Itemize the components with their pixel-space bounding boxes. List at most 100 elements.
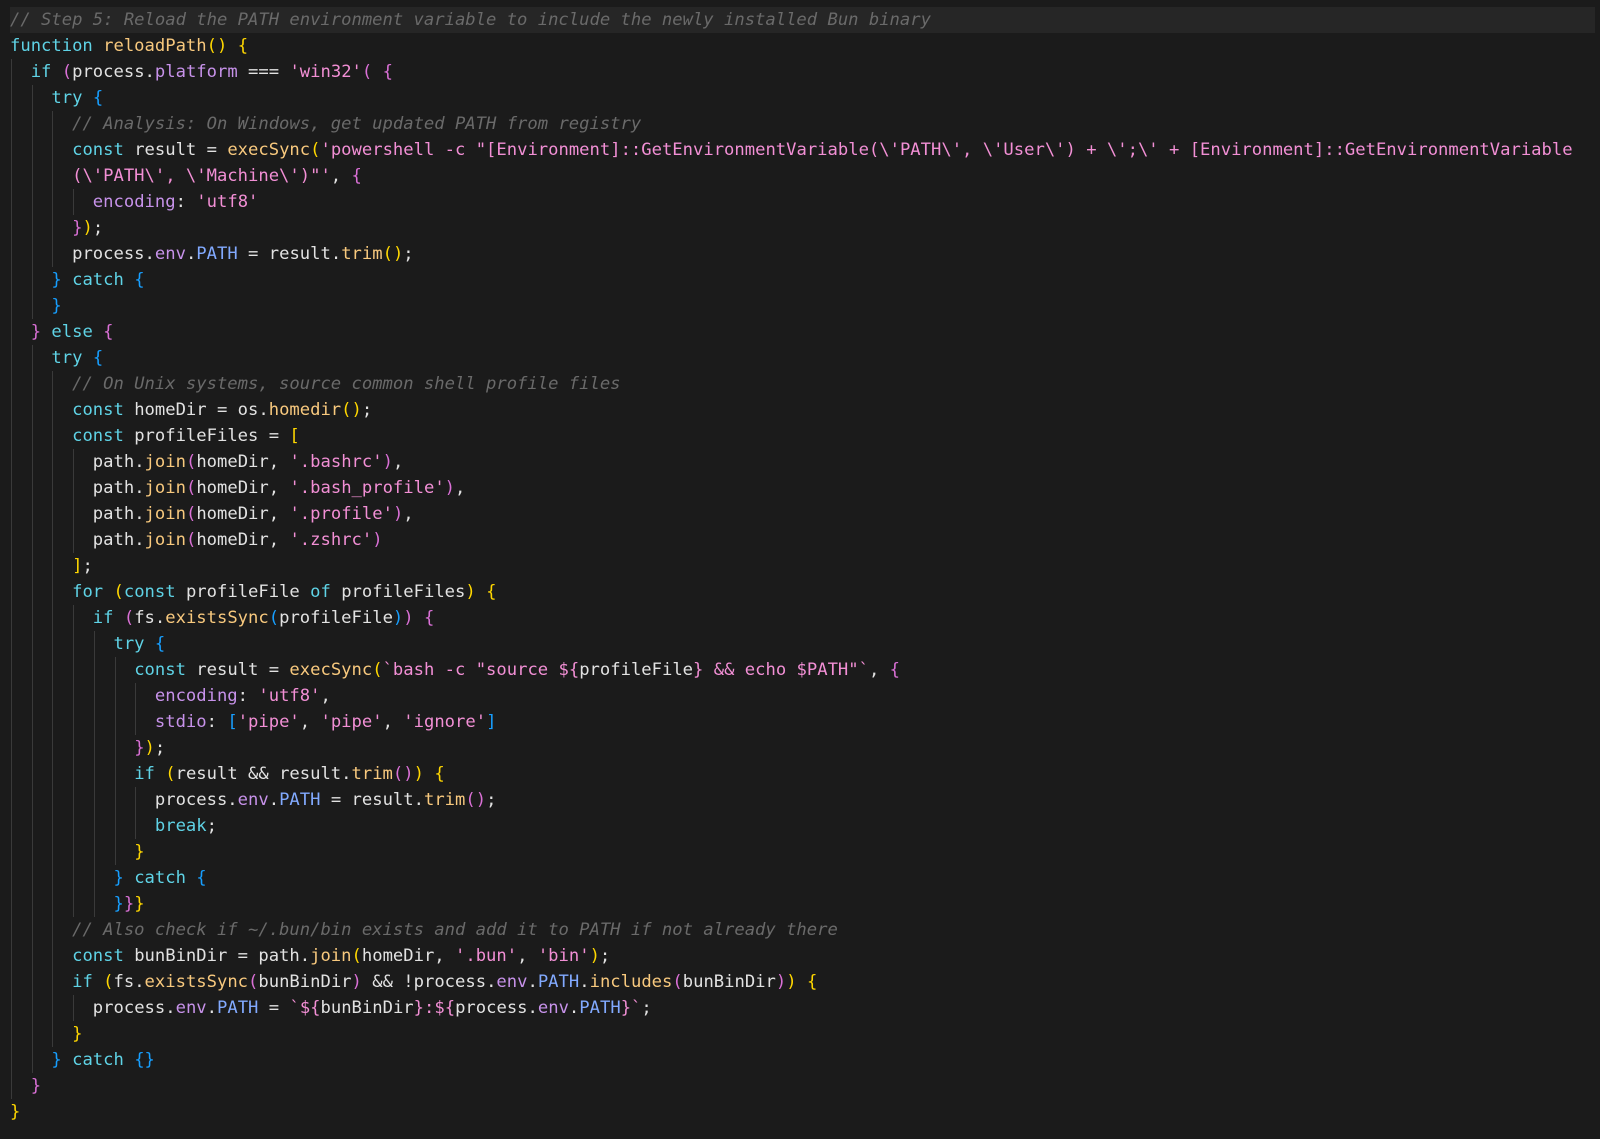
code-token: } — [51, 270, 73, 290]
code-token: path. — [92, 452, 145, 472]
indent-guide — [11, 995, 12, 1021]
indent-guide — [52, 397, 54, 423]
code-token: : — [237, 686, 259, 706]
code-line[interactable]: try { — [10, 345, 1595, 371]
code-line[interactable]: function reloadPath() { — [10, 33, 1595, 59]
code-line[interactable]: if (fs.existsSync(bunBinDir) && !process… — [10, 969, 1595, 995]
indent-guide — [11, 917, 12, 943]
code-line[interactable]: const homeDir = os.homedir(); — [10, 397, 1595, 423]
code-token: { — [92, 348, 104, 368]
code-line[interactable]: }); — [10, 735, 1595, 761]
code-token: { — [351, 166, 362, 186]
code-lines[interactable]: // Step 5: Reload the PATH environment v… — [10, 7, 1595, 1125]
code-line[interactable]: // Step 5: Reload the PATH environment v… — [10, 7, 1595, 33]
code-line[interactable]: }); — [10, 215, 1595, 241]
code-line[interactable]: if (fs.existsSync(profileFile)) { — [10, 605, 1595, 631]
code-line[interactable]: } — [10, 1099, 1595, 1125]
code-token: : — [424, 998, 435, 1018]
code-token: ( — [351, 946, 362, 966]
code-token: join — [144, 452, 186, 472]
code-token: { — [154, 634, 166, 654]
code-token: ( — [185, 504, 197, 524]
code-line[interactable]: encoding: 'utf8', — [10, 683, 1595, 709]
code-line[interactable]: path.join(homeDir, '.zshrc') — [10, 527, 1595, 553]
indent-guide — [73, 631, 75, 657]
code-token: () — [465, 790, 487, 810]
code-token: PATH — [279, 790, 321, 810]
indent-guide — [11, 579, 12, 605]
code-line[interactable]: } catch {} — [10, 1047, 1595, 1073]
code-line[interactable]: } catch { — [10, 267, 1595, 293]
code-token: homeDir, — [196, 504, 290, 524]
code-token: , — [330, 166, 352, 186]
code-line[interactable]: const result = execSync(`bash -c "source… — [10, 657, 1595, 683]
code-line[interactable]: const profileFiles = [ — [10, 423, 1595, 449]
code-token: try — [51, 348, 93, 368]
code-line[interactable]: path.join(homeDir, '.bash_profile'), — [10, 475, 1595, 501]
code-line[interactable]: // On Unix systems, source common shell … — [10, 371, 1595, 397]
code-token: ( — [268, 608, 280, 628]
code-token: process. — [92, 998, 176, 1018]
indent-guide — [31, 397, 33, 423]
code-line[interactable]: } — [10, 1021, 1595, 1047]
code-line[interactable]: } catch { — [10, 865, 1595, 891]
code-token: ( — [103, 972, 114, 992]
code-line[interactable]: const result = execSync('powershell -c "… — [10, 137, 1595, 163]
code-line[interactable]: } — [10, 293, 1595, 319]
code-token: homeDir, — [196, 530, 290, 550]
code-token: } — [123, 894, 135, 914]
code-line[interactable]: for (const profileFile of profileFiles) … — [10, 579, 1595, 605]
indent-guide — [73, 709, 75, 735]
code-token: try — [113, 634, 155, 654]
code-token: execSync — [289, 660, 373, 680]
code-line[interactable]: path.join(homeDir, '.bashrc'), — [10, 449, 1595, 475]
code-line[interactable]: if (result && result.trim()) { — [10, 761, 1595, 787]
indent-guide — [11, 111, 12, 137]
indent-guide — [11, 85, 12, 111]
code-line[interactable]: const bunBinDir = path.join(homeDir, '.b… — [10, 943, 1595, 969]
code-token: } — [620, 998, 632, 1018]
code-line[interactable]: try { — [10, 85, 1595, 111]
code-line[interactable]: encoding: 'utf8' — [10, 189, 1595, 215]
code-token: && !process. — [361, 972, 497, 992]
code-line[interactable]: } — [10, 839, 1595, 865]
indent-guide — [31, 969, 33, 995]
code-token: } — [693, 660, 704, 680]
code-line[interactable]: } — [10, 1073, 1595, 1099]
indent-guide — [52, 735, 54, 761]
code-line[interactable]: path.join(homeDir, '.profile'), — [10, 501, 1595, 527]
code-token: ${ — [558, 660, 580, 680]
code-token: } — [51, 1050, 73, 1070]
code-line[interactable]: }}} — [10, 891, 1595, 917]
code-editor[interactable]: // Step 5: Reload the PATH environment v… — [0, 0, 1600, 1139]
code-line[interactable]: if (process.platform === 'win32'( { — [10, 59, 1595, 85]
indent-guide — [31, 527, 33, 553]
code-token: ( — [248, 972, 259, 992]
indent-guide — [135, 709, 137, 735]
code-line[interactable]: process.env.PATH = result.trim(); — [10, 241, 1595, 267]
code-line[interactable]: (\'PATH\', \'Machine\')"', { — [10, 163, 1595, 189]
indent-guide — [52, 163, 54, 189]
code-token: path. — [92, 504, 145, 524]
code-line[interactable]: ]; — [10, 553, 1595, 579]
code-line[interactable]: // Also check if ~/.bun/bin exists and a… — [10, 917, 1595, 943]
code-line[interactable]: try { — [10, 631, 1595, 657]
code-token: } — [413, 998, 425, 1018]
code-token: const — [72, 946, 135, 966]
code-token: , — [403, 504, 414, 524]
indent-guide — [11, 761, 12, 787]
code-token: 'utf8' — [196, 192, 259, 212]
code-token: try — [51, 88, 93, 108]
code-line[interactable]: stdio: ['pipe', 'pipe', 'ignore'] — [10, 709, 1595, 735]
indent-guide — [93, 683, 95, 709]
code-line[interactable]: } else { — [10, 319, 1595, 345]
code-line[interactable]: break; — [10, 813, 1595, 839]
code-line[interactable]: process.env.PATH = `${bunBinDir}:${proce… — [10, 995, 1595, 1021]
code-line[interactable]: process.env.PATH = result.trim(); — [10, 787, 1595, 813]
code-line[interactable]: // Analysis: On Windows, get updated PAT… — [10, 111, 1595, 137]
